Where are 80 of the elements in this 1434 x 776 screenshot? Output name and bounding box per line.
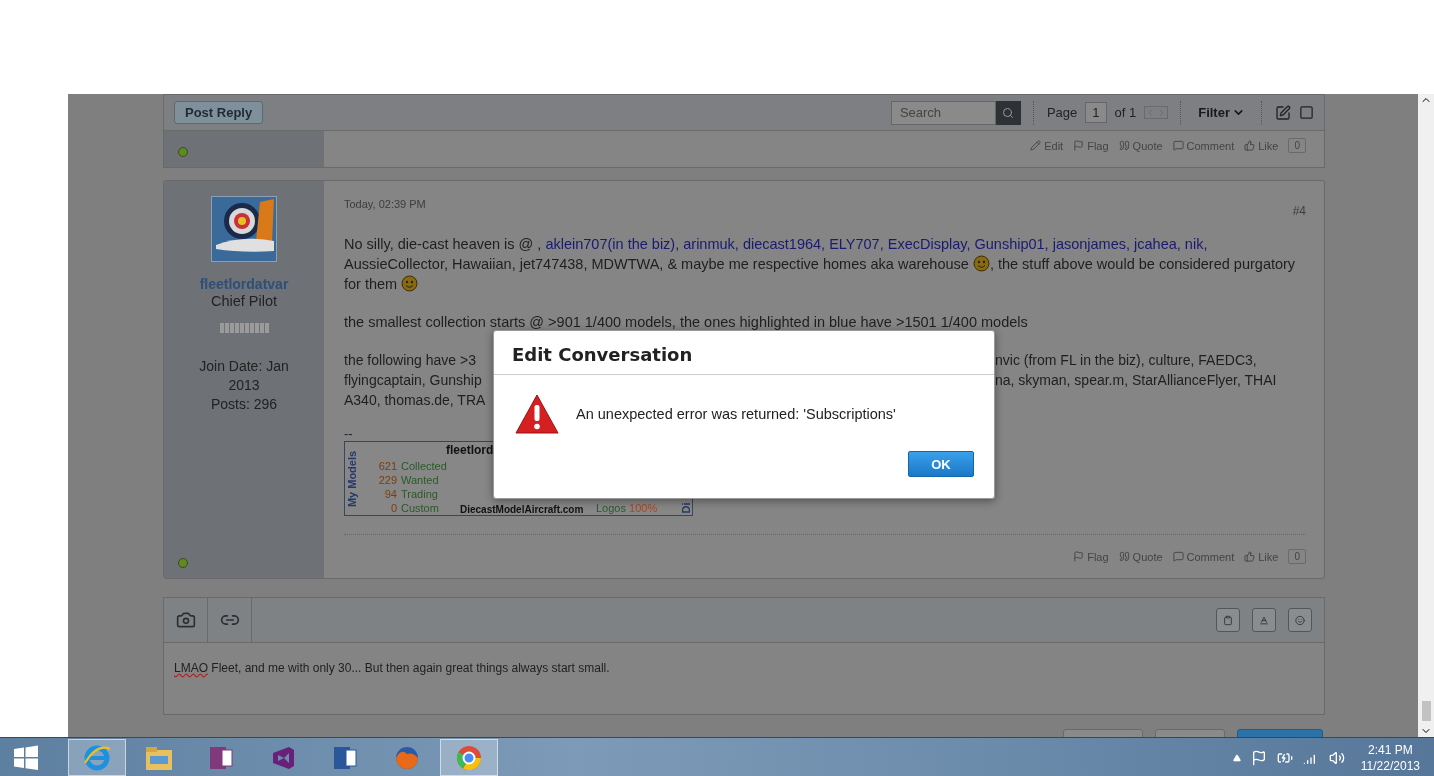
dialog-message: An unexpected error was returned: 'Subscriptions' — [576, 406, 896, 422]
post-action-link[interactable]: Flag — [1073, 139, 1109, 152]
edit-mode-icon[interactable] — [1275, 104, 1291, 121]
join-date: Join Date: Jan 2013 — [198, 357, 290, 395]
post-text-fragment: na, skyman, spear.m, StarAllianceFlyer, THAI — [995, 371, 1278, 390]
username-link[interactable]: fleetlordatvar — [199, 276, 289, 292]
comment-icon — [1172, 551, 1184, 562]
like-count: 0 — [1288, 549, 1306, 564]
stat-label: Trading — [401, 487, 439, 501]
ok-button[interactable]: OK — [908, 451, 974, 477]
post-action-link[interactable]: Edit — [1030, 139, 1064, 152]
stat-label: Custom — [401, 501, 440, 515]
post-action-link[interactable]: Like — [1244, 139, 1279, 152]
quote-icon — [1118, 140, 1130, 151]
banner-edge-label: Di — [679, 502, 691, 514]
post-action-link[interactable]: Comment — [1172, 550, 1235, 563]
signature-separator: -- — [344, 427, 354, 441]
clock-date: 11/22/2013 — [1360, 757, 1420, 774]
flag-icon — [1073, 551, 1085, 562]
quote-icon — [1118, 551, 1130, 562]
stat-label: Collected — [401, 459, 447, 473]
reply-text-area[interactable]: LMAO Fleet, and me with only 30... But then again great things always start small. — [164, 643, 1324, 693]
stat-label: Wanted — [401, 473, 440, 487]
post-paragraph: No silly, die-cast heaven is @ , aklein707(in the biz), arinmuk, diecast1964, ELY707, ExecDisplay, Gunship01, jasonjames, jcahea, nik, AussieCollector, Hawaiian, jet747438, MDWTWA, & maybe me respective homes aka warehouse , the stuff above would be considered purgatory for them — [344, 235, 1297, 294]
post-paragraph: the smallest collection starts @ >901 1/400 models, the ones highlighted in blue have >1501 1/400 models — [344, 313, 1029, 332]
post-number[interactable]: #4 — [1292, 204, 1306, 218]
thumbs-up-icon — [1244, 551, 1256, 562]
reputation-bar — [219, 323, 269, 333]
page-number-field[interactable]: 1 — [1085, 102, 1107, 123]
smiley-icon — [972, 255, 990, 272]
stat-count: 0 — [389, 501, 397, 515]
user-rank: Chief Pilot — [210, 292, 278, 311]
post-action-link[interactable]: Quote — [1118, 550, 1163, 563]
taskbar-app-button[interactable] — [440, 739, 498, 776]
post-action-link[interactable]: Comment — [1172, 139, 1235, 152]
banner-side-label: My Models — [346, 450, 358, 507]
avatar-image — [211, 196, 277, 262]
stat-count: 229 — [377, 473, 397, 487]
clock-time: 2:41 PM — [1368, 741, 1413, 758]
page-total: of 1 — [1114, 105, 1137, 120]
filter-button[interactable]: Filter — [1194, 105, 1249, 120]
post-date: Today, 02:39 PM — [344, 198, 426, 212]
smiley-icon — [401, 275, 419, 292]
pencil-icon — [1030, 140, 1042, 151]
stat-count: 94 — [383, 487, 397, 501]
volume-icon[interactable] — [1328, 749, 1345, 766]
banner-title: fleetlord — [446, 443, 495, 457]
editor-tool-button[interactable] — [1288, 608, 1312, 632]
post-action-link[interactable]: Quote — [1118, 139, 1163, 152]
scrollbar[interactable] — [1418, 94, 1434, 737]
post-action-link[interactable]: Like — [1244, 550, 1279, 563]
post-count: Posts: 296 — [210, 395, 278, 414]
taskbar-clock[interactable]: 2:41 PM 11/22/2013 — [1360, 741, 1420, 774]
camera-icon — [175, 610, 196, 630]
page-label: Page — [1046, 105, 1078, 120]
banner-site: DiecastModelAircraft.com — [460, 504, 584, 515]
dialog-title: Edit Conversation — [494, 331, 994, 375]
banner-logos: Logos 100% — [596, 502, 658, 514]
flag-icon[interactable] — [1250, 749, 1267, 766]
post-text-fragment: A340, thomas.de, TRA — [344, 391, 487, 410]
stat-count: 621 — [377, 459, 397, 473]
user-link[interactable]: aklein707(in the biz), arinmuk, diecast1964, ELY707, ExecDisplay, Gunship01, jasonjames, jcahea, nik, — [545, 236, 1208, 252]
scroll-thumb[interactable] — [1421, 701, 1431, 721]
like-count: 0 — [1288, 138, 1306, 153]
search-icon[interactable] — [995, 100, 1021, 125]
post-reply-button[interactable]: Post Reply — [174, 101, 264, 124]
post-action-link[interactable]: Flag — [1073, 550, 1109, 563]
post-text-fragment: flyingcaptain, Gunship — [344, 371, 483, 390]
show-hidden-icons-icon[interactable] — [1232, 753, 1241, 762]
post-text-fragment: nvic (from FL in the biz), culture, FAEDC3, — [995, 351, 1258, 370]
editor-tool-button[interactable] — [1216, 608, 1240, 632]
comment-icon — [1172, 140, 1184, 151]
post-text-fragment: the following have >3 — [344, 351, 477, 370]
search-field[interactable]: Search — [890, 100, 996, 125]
windows-logo-icon — [12, 743, 40, 772]
checkbox-icon[interactable] — [1299, 105, 1314, 120]
editor-tool-button[interactable] — [1252, 608, 1276, 632]
warning-icon — [514, 393, 560, 435]
thumbs-up-icon — [1244, 140, 1256, 151]
flag-icon — [1073, 140, 1085, 151]
